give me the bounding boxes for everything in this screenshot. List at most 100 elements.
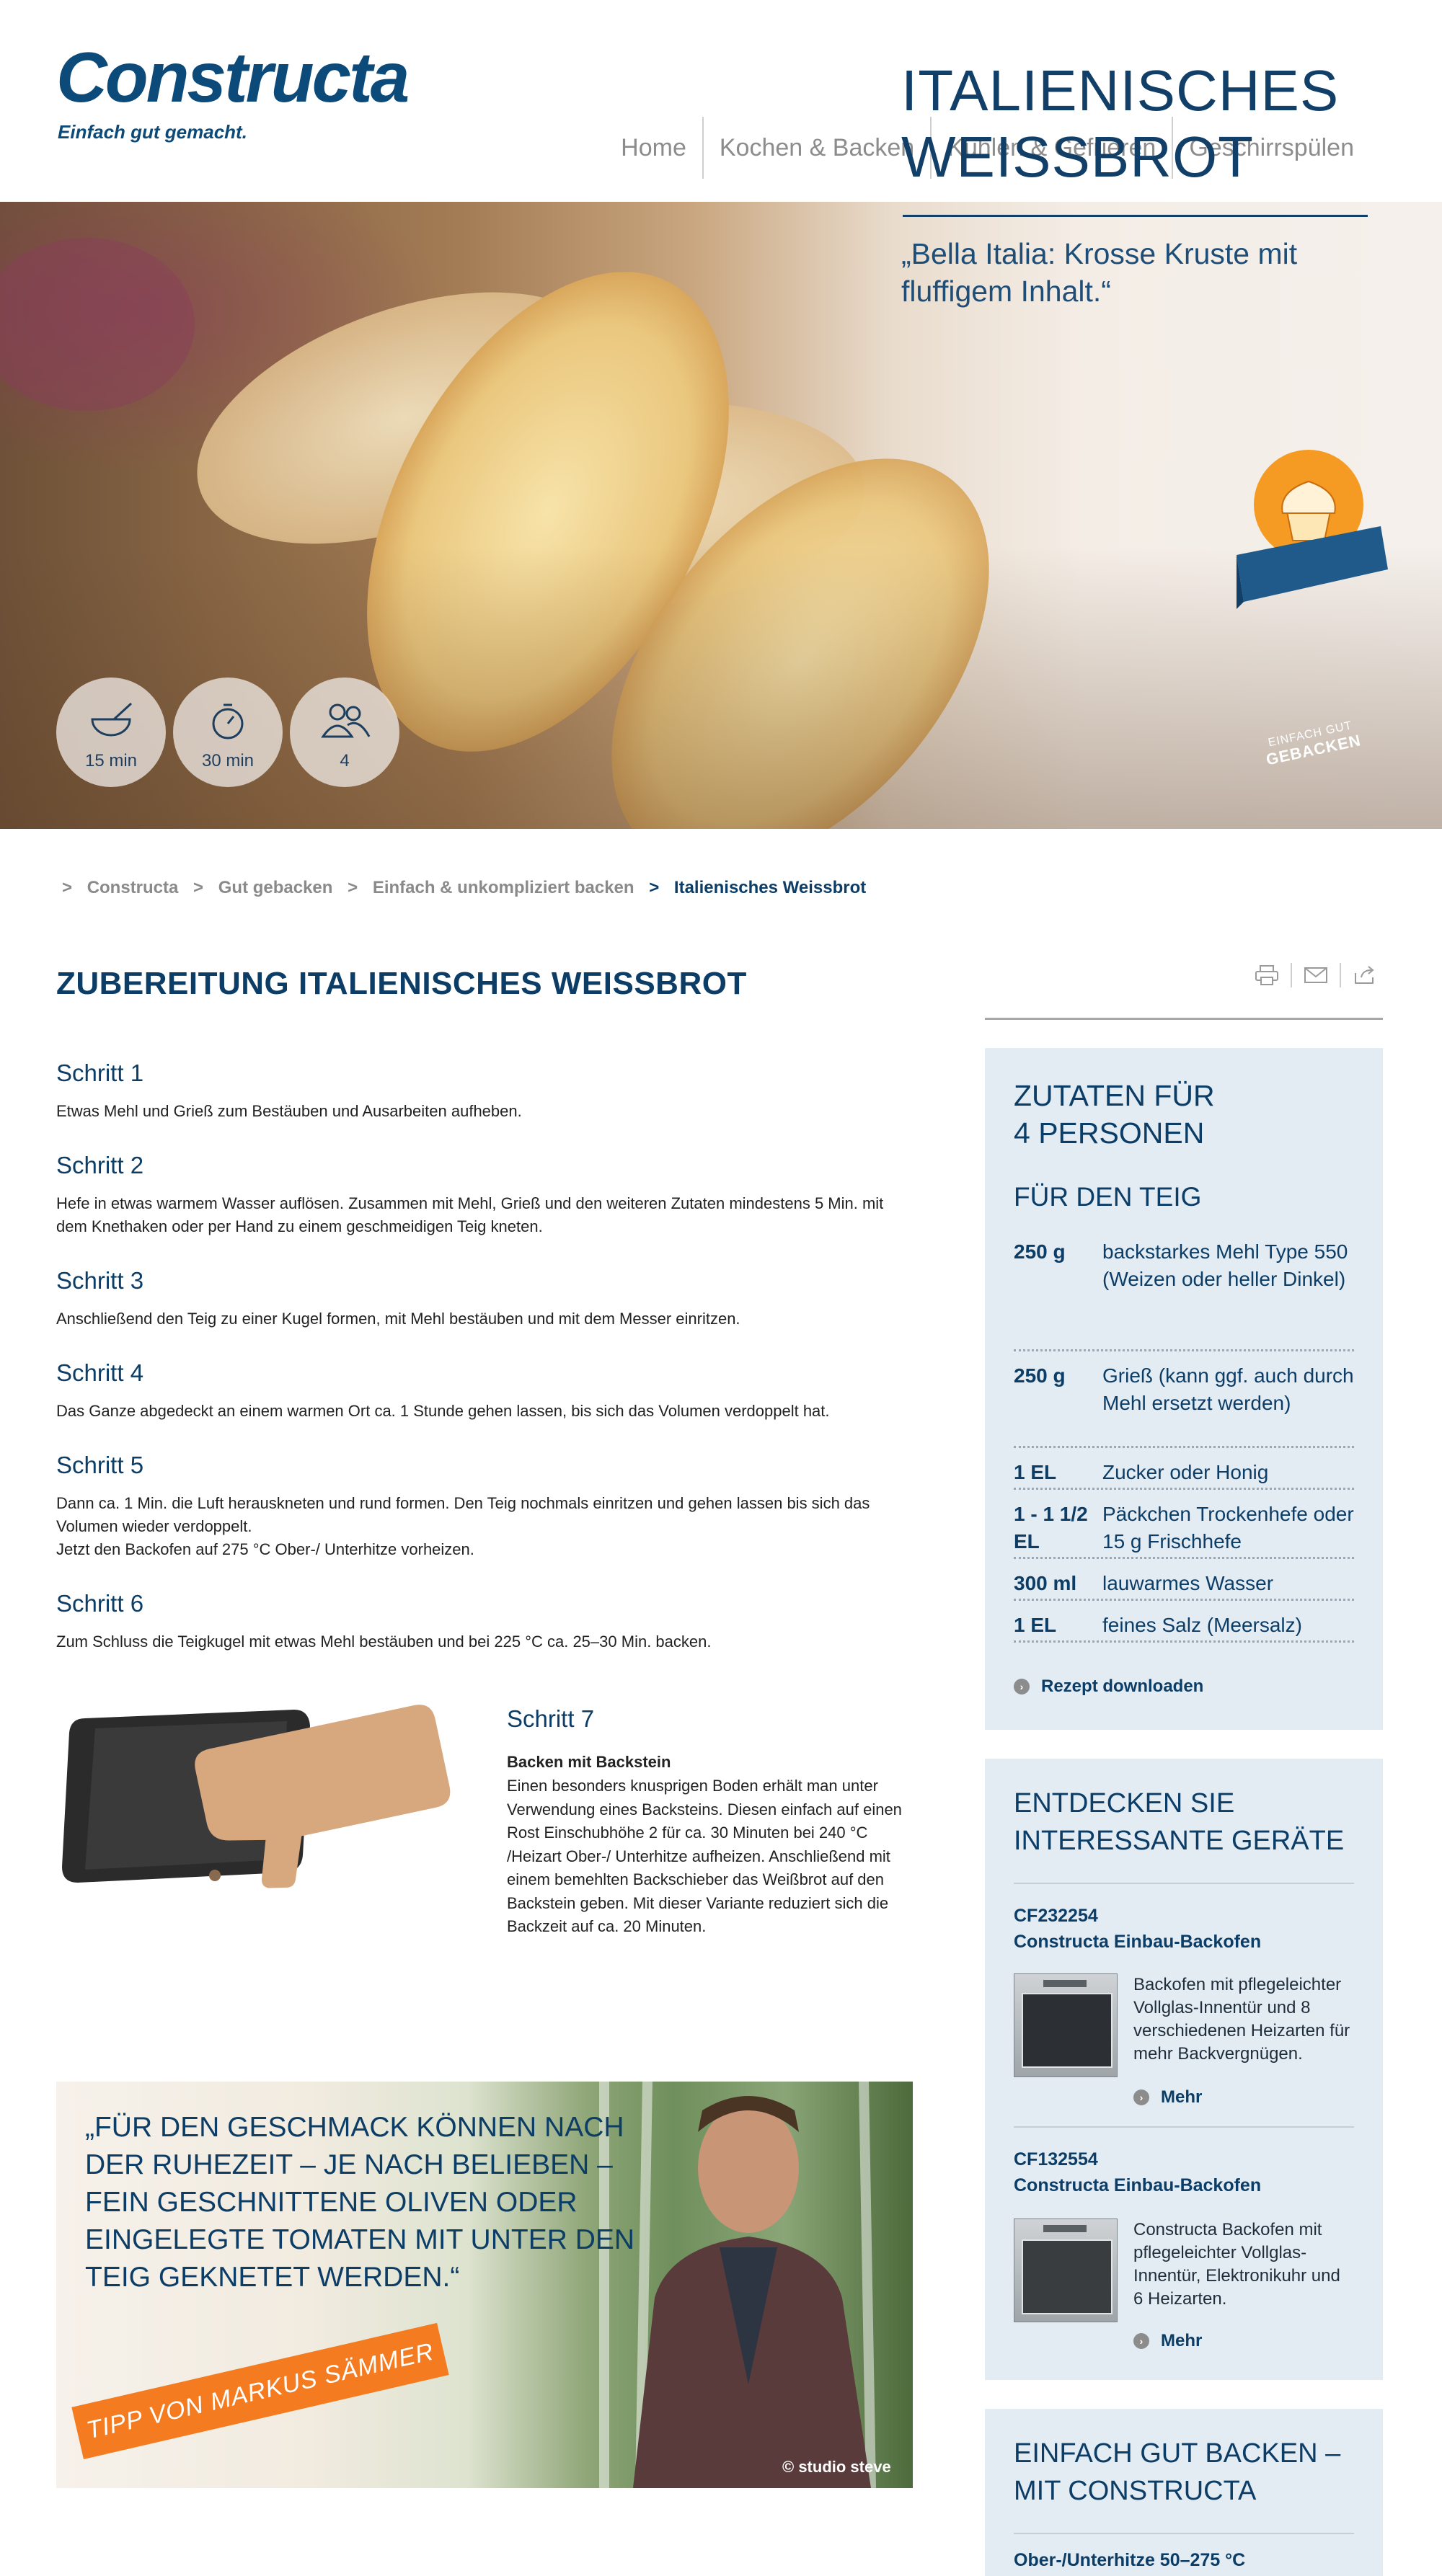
devices-box: ENTDECKEN SIE INTERESSANTE GERÄTE CF2322… [985,1759,1383,2380]
device-more-label: Mehr [1161,2087,1203,2107]
step-title: Schritt 7 [507,1705,595,1732]
device-description: Constructa Backofen mit pflegeleichter V… [1133,2220,1340,2309]
recipe-title-line: WEISSBROT [901,125,1255,189]
device-card: CF132554 Constructa Einbau-Backofen Cons… [1014,2146,1354,2350]
step-text: Anschließend den Teig zu einer Kugel for… [56,1310,740,1328]
ingredient-quantity: 250 g [1014,1240,1066,1263]
breadcrumb-separator: > [649,878,660,897]
ingredient-quantity: 1 - 1 1/2 EL [1014,1503,1088,1553]
baking-title: EINFACH GUT BACKEN – MIT CONSTRUCTA [1014,2435,1340,2510]
ingredient-name: feines Salz (Meersalz) [1102,1614,1302,1636]
breadcrumb-gut-gebacken[interactable]: Gut gebacken [218,878,333,897]
step-text: Hefe in etwas warmem Wasser auflösen. Zu… [56,1194,884,1235]
share-divider [1291,963,1292,987]
baking-divider [1014,2533,1354,2534]
ingredient-row: 1 - 1 1/2 EL Päckchen Trockenhefe oder 1… [1014,1501,1354,1559]
breadcrumb-einfach-unkompliziert[interactable]: Einfach & unkompliziert backen [373,878,634,897]
step-5: Schritt 5 Dann ca. 1 Min. die Luft herau… [56,1452,907,1561]
ingredients-section-title: FÜR DEN TEIG [1014,1182,1202,1212]
devices-title: ENTDECKEN SIE INTERESSANTE GERÄTE [1014,1785,1344,1860]
step-text: Dann ca. 1 Min. die Luft herauskneten un… [56,1494,870,1535]
step-text: Das Ganze abgedeckt an einem warmen Ort … [56,1402,830,1420]
share-toolbar [1255,963,1377,987]
breadcrumb-separator: > [193,878,204,897]
einfach-gut-gebacken-badge [1237,450,1388,609]
recipe-title-line: ITALIENISCHES [901,58,1340,123]
step-title: Schritt 4 [56,1359,144,1386]
servings-badge: 4 [290,678,399,787]
nav-home[interactable]: Home [605,117,702,179]
step-subtitle: Backen mit Backstein [507,1753,671,1771]
devices-divider [1014,1883,1354,1884]
ingredient-name: Grieß (kann ggf. auch durch Mehl ersetzt… [1102,1364,1354,1414]
share-icon[interactable] [1353,964,1377,986]
recipe-title: ITALIENISCHES WEISSBROT [901,58,1406,190]
device-id-link[interactable]: CF232254 [1014,1903,1354,1929]
device-card: CF232254 Constructa Einbau-Backofen Back… [1014,1903,1354,2107]
device-id-link[interactable]: CF132554 [1014,2146,1354,2172]
baking-title-line: EINFACH GUT BACKEN – [1014,2438,1341,2469]
chevron-right-icon: › [1133,2089,1149,2105]
photo-credit: © studio steve [782,2458,891,2476]
step-title: Schritt 1 [56,1060,144,1086]
baking-info-box: EINFACH GUT BACKEN – MIT CONSTRUCTA Ober… [985,2409,1383,2576]
recipe-download-link[interactable]: › Rezept downloaden [1014,1676,1203,1697]
title-divider [903,215,1368,217]
device-description: Backofen mit pflegeleichter Vollglas-Inn… [1133,1975,1350,2064]
recipe-download-label: Rezept downloaden [1041,1676,1204,1696]
devices-title-line: INTERESSANTE GERÄTE [1014,1826,1345,1856]
step-title: Schritt 2 [56,1152,144,1178]
devices-title-line: ENTDECKEN SIE [1014,1788,1235,1818]
oven-image[interactable] [1014,1973,1118,2077]
ingredient-name: backstarkes Mehl Type 550 (Weizen oder h… [1102,1240,1348,1290]
share-divider [1340,963,1341,987]
bake-time-badge: 30 min [173,678,283,787]
recipe-subtitle: „Bella Italia: Krosse Kruste mit fluffig… [901,237,1298,308]
brand-tagline: Einfach gut gemacht. [58,121,247,143]
step-text: Etwas Mehl und Grieß zum Bestäuben und A… [56,1102,522,1120]
ingredient-row: 1 EL Zucker oder Honig [1014,1459,1354,1490]
oven-image[interactable] [1014,2219,1118,2322]
ingredients-box: ZUTATEN FÜR 4 PERSONEN FÜR DEN TEIG 250 … [985,1048,1383,1730]
prep-time-label: 15 min [84,751,138,770]
device-more-link[interactable]: › Mehr [1133,2331,1202,2351]
mail-icon[interactable] [1304,966,1328,985]
device-more-link[interactable]: › Mehr [1133,2087,1202,2108]
ingredient-row: 250 g backstarkes Mehl Type 550 (Weizen … [1014,1238,1354,1351]
devices-divider [1014,2126,1354,2128]
bowl-whisk-icon [91,702,133,737]
breadcrumb-separator: > [348,878,358,897]
chevron-right-icon: › [1133,2333,1149,2349]
breadcrumb-constructa[interactable]: Constructa [87,878,179,897]
ingredients-title: ZUTATEN FÜR 4 PERSONEN [1014,1077,1215,1152]
device-more-label: Mehr [1161,2331,1203,2350]
ingredient-row: 1 EL feines Salz (Meersalz) [1014,1612,1354,1643]
ingredient-quantity: 1 EL [1014,1614,1057,1636]
people-icon [321,703,371,738]
step-2: Schritt 2 Hefe in etwas warmem Wasser au… [56,1152,907,1238]
ingredient-quantity: 250 g [1014,1364,1066,1387]
step-title: Schritt 3 [56,1267,144,1294]
ingredient-name: lauwarmes Wasser [1102,1572,1274,1594]
ingredients-title-line: 4 PERSONEN [1014,1116,1205,1150]
chef-quote: „FÜR DEN GESCHMACK KÖNNEN NACH DER RUHEZ… [85,2112,635,2293]
brand-logo[interactable]: Constructa [56,42,410,112]
ingredient-quantity: 300 ml [1014,1572,1077,1594]
stopwatch-icon [212,703,244,740]
step-text: Einen besonders knusprigen Boden erhält … [507,1777,902,1935]
step-text: Zum Schluss die Teigkugel mit etwas Mehl… [56,1633,712,1651]
baking-title-line: MIT CONSTRUCTA [1014,2476,1257,2506]
servings-label: 4 [340,751,350,770]
ingredient-row: 300 ml lauwarmes Wasser [1014,1570,1354,1601]
prep-time-badge: 15 min [56,678,166,787]
baking-temperature-info: Ober-/Unterhitze 50–275 °C [1014,2550,1246,2570]
sidebar-divider [985,1018,1383,1020]
breadcrumb-current: Italienisches Weissbrot [673,878,867,897]
ingredient-quantity: 1 EL [1014,1461,1057,1483]
device-name: Constructa Einbau-Backofen [1014,2175,1262,2195]
breadcrumb-separator: > [62,878,73,897]
step-3: Schritt 3 Anschließend den Teig zu einer… [56,1267,907,1331]
chevron-right-icon: › [1014,1679,1030,1695]
print-icon[interactable] [1255,964,1279,986]
nav-kochen-backen[interactable]: Kochen & Backen [704,117,930,179]
